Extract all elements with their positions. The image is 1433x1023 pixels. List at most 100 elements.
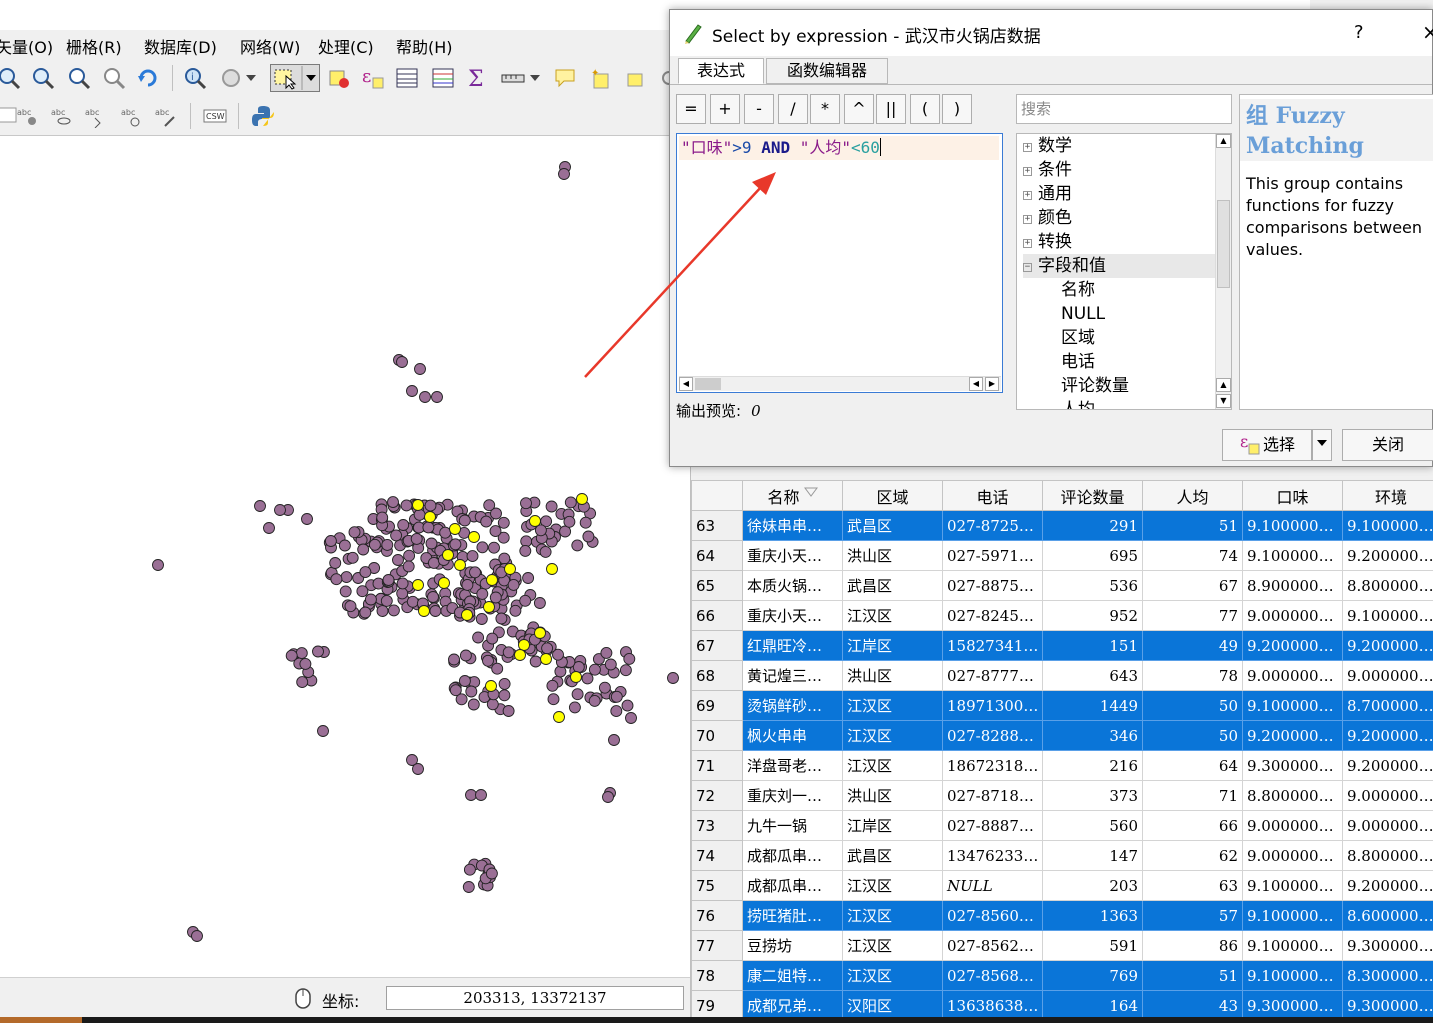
map-point[interactable] bbox=[476, 541, 489, 554]
table-cell-taste[interactable]: 8.900000… bbox=[1242, 570, 1343, 601]
table-row[interactable]: 68 黄记煌三… 洪山区 027-8777… 643 78 9.000000… 9.00000… bbox=[691, 660, 1433, 691]
map-point[interactable] bbox=[491, 662, 504, 675]
map-point[interactable] bbox=[469, 566, 481, 579]
map-point[interactable] bbox=[498, 689, 511, 702]
table-cell-name[interactable]: 红鼎旺冷… bbox=[742, 630, 843, 661]
table-row[interactable]: 73 九牛一锅 江岸区 027-8887… 560 66 9.000000… 9.000000… bbox=[691, 810, 1433, 841]
zoom-layer-icon[interactable] bbox=[66, 65, 92, 91]
table-row[interactable]: 70 枫火串串 江汉区 027-8288… 346 50 9.200000… 9.200000… bbox=[691, 720, 1433, 751]
zoom-out-icon[interactable] bbox=[30, 65, 56, 91]
table-cell-taste[interactable]: 9.300000… bbox=[1242, 750, 1343, 781]
map-point[interactable] bbox=[520, 497, 532, 510]
table-cell-avg[interactable]: 51 bbox=[1142, 510, 1243, 541]
row-number[interactable]: 69 bbox=[691, 690, 743, 721]
map-point[interactable] bbox=[489, 591, 502, 604]
map-point[interactable] bbox=[382, 574, 395, 586]
map-point[interactable] bbox=[461, 578, 474, 591]
tab-function-editor[interactable]: 函数编辑器 bbox=[766, 58, 888, 84]
table-cell-name[interactable]: 豆捞坊 bbox=[742, 930, 843, 961]
table-cell-taste[interactable]: 9.100000… bbox=[1242, 510, 1343, 541]
operator-close-paren-button[interactable]: ) bbox=[942, 94, 972, 124]
table-cell-phone[interactable]: 027-8725… bbox=[942, 510, 1043, 541]
table-cell-taste[interactable]: 8.800000… bbox=[1242, 780, 1343, 811]
map-point[interactable] bbox=[357, 543, 370, 556]
row-number[interactable]: 73 bbox=[691, 810, 743, 841]
row-number[interactable]: 67 bbox=[691, 630, 743, 661]
map-point[interactable] bbox=[495, 612, 508, 625]
table-cell-reviews[interactable]: 952 bbox=[1042, 600, 1143, 631]
table-cell-district[interactable]: 江岸区 bbox=[842, 810, 943, 841]
table-cell-avg[interactable]: 57 bbox=[1142, 900, 1243, 931]
map-point[interactable] bbox=[376, 511, 389, 524]
table-cell-district[interactable]: 江汉区 bbox=[842, 930, 943, 961]
column-header-environment[interactable]: 环境 bbox=[1342, 480, 1433, 511]
map-point[interactable] bbox=[623, 652, 636, 665]
map-point[interactable] bbox=[414, 363, 426, 375]
table-cell-phone[interactable]: 15827341… bbox=[942, 630, 1043, 661]
map-point[interactable] bbox=[534, 627, 546, 639]
map-point[interactable] bbox=[519, 544, 532, 557]
table-cell-taste[interactable]: 9.000000… bbox=[1242, 810, 1343, 841]
map-point[interactable] bbox=[312, 645, 324, 658]
operator-minus-button[interactable]: - bbox=[744, 94, 774, 124]
row-number[interactable]: 70 bbox=[691, 720, 743, 751]
map-point[interactable] bbox=[485, 680, 497, 692]
map-point[interactable] bbox=[368, 538, 381, 551]
map-point[interactable] bbox=[299, 657, 312, 670]
table-cell-avg[interactable]: 63 bbox=[1142, 870, 1243, 901]
map-point[interactable] bbox=[553, 711, 565, 723]
scroll-left-icon[interactable]: ◀ bbox=[679, 377, 693, 391]
map-point[interactable] bbox=[442, 549, 454, 561]
table-cell-reviews[interactable]: 1449 bbox=[1042, 690, 1143, 721]
map-point[interactable] bbox=[449, 538, 462, 551]
map-point[interactable] bbox=[541, 642, 554, 655]
table-cell-phone[interactable]: 027-8245… bbox=[942, 600, 1043, 631]
map-point[interactable] bbox=[518, 639, 530, 651]
table-cell-reviews[interactable]: 1363 bbox=[1042, 900, 1143, 931]
table-cell-name[interactable]: 捞旺猪肚… bbox=[742, 900, 843, 931]
map-point[interactable] bbox=[412, 763, 424, 775]
tree-vertical-scrollbar[interactable]: ▲ ▲ ▼ bbox=[1215, 134, 1231, 409]
tree-group-fields-values[interactable]: − 字段和值 bbox=[1023, 254, 1219, 278]
coordinate-field[interactable]: 203313, 13372137 bbox=[386, 986, 684, 1010]
map-point[interactable] bbox=[570, 671, 582, 683]
map-point[interactable] bbox=[400, 499, 413, 512]
map-point[interactable] bbox=[431, 391, 443, 403]
map-point[interactable] bbox=[582, 530, 595, 543]
scroll-thumb[interactable] bbox=[1217, 200, 1230, 288]
table-cell-avg[interactable]: 86 bbox=[1142, 930, 1243, 961]
map-point[interactable] bbox=[546, 563, 558, 575]
operator-plus-button[interactable]: + bbox=[710, 94, 740, 124]
map-point[interactable] bbox=[418, 605, 430, 617]
table-cell-env[interactable]: 8.600000… bbox=[1342, 900, 1433, 931]
map-point[interactable] bbox=[602, 791, 614, 803]
expand-plus-icon[interactable]: + bbox=[1023, 215, 1032, 224]
row-number[interactable]: 71 bbox=[691, 750, 743, 781]
row-number[interactable]: 74 bbox=[691, 840, 743, 871]
tree-group-math[interactable]: + 数学 bbox=[1023, 134, 1072, 158]
map-point[interactable] bbox=[412, 579, 424, 591]
map-point[interactable] bbox=[424, 511, 436, 523]
row-number[interactable]: 65 bbox=[691, 570, 743, 601]
table-cell-district[interactable]: 江汉区 bbox=[842, 690, 943, 721]
map-point[interactable] bbox=[468, 531, 480, 543]
corner-header[interactable] bbox=[691, 480, 743, 511]
table-cell-avg[interactable]: 64 bbox=[1142, 750, 1243, 781]
row-number[interactable]: 79 bbox=[691, 990, 743, 1021]
operator-divide-button[interactable]: / bbox=[778, 94, 808, 124]
map-point[interactable] bbox=[419, 391, 431, 403]
table-row[interactable]: 79 成都兄弟… 汉阳区 13638638… 164 43 9.300000… 9.30000… bbox=[691, 990, 1433, 1021]
table-cell-phone[interactable]: 027-8875… bbox=[942, 570, 1043, 601]
show-hide-label-icon[interactable]: abc bbox=[48, 103, 74, 129]
map-point[interactable] bbox=[396, 356, 408, 368]
pin-label-icon[interactable]: abc bbox=[14, 103, 40, 129]
row-number[interactable]: 68 bbox=[691, 660, 743, 691]
mouse-icon[interactable] bbox=[292, 986, 314, 1014]
deselect-icon[interactable] bbox=[326, 65, 352, 91]
rotate-label-icon[interactable]: abc bbox=[118, 103, 144, 129]
map-point[interactable] bbox=[465, 685, 478, 698]
table-cell-district[interactable]: 江汉区 bbox=[842, 720, 943, 751]
map-point[interactable] bbox=[489, 525, 502, 538]
table-cell-env[interactable]: 9.100000… bbox=[1342, 510, 1433, 541]
table-cell-taste[interactable]: 9.100000… bbox=[1242, 930, 1343, 961]
